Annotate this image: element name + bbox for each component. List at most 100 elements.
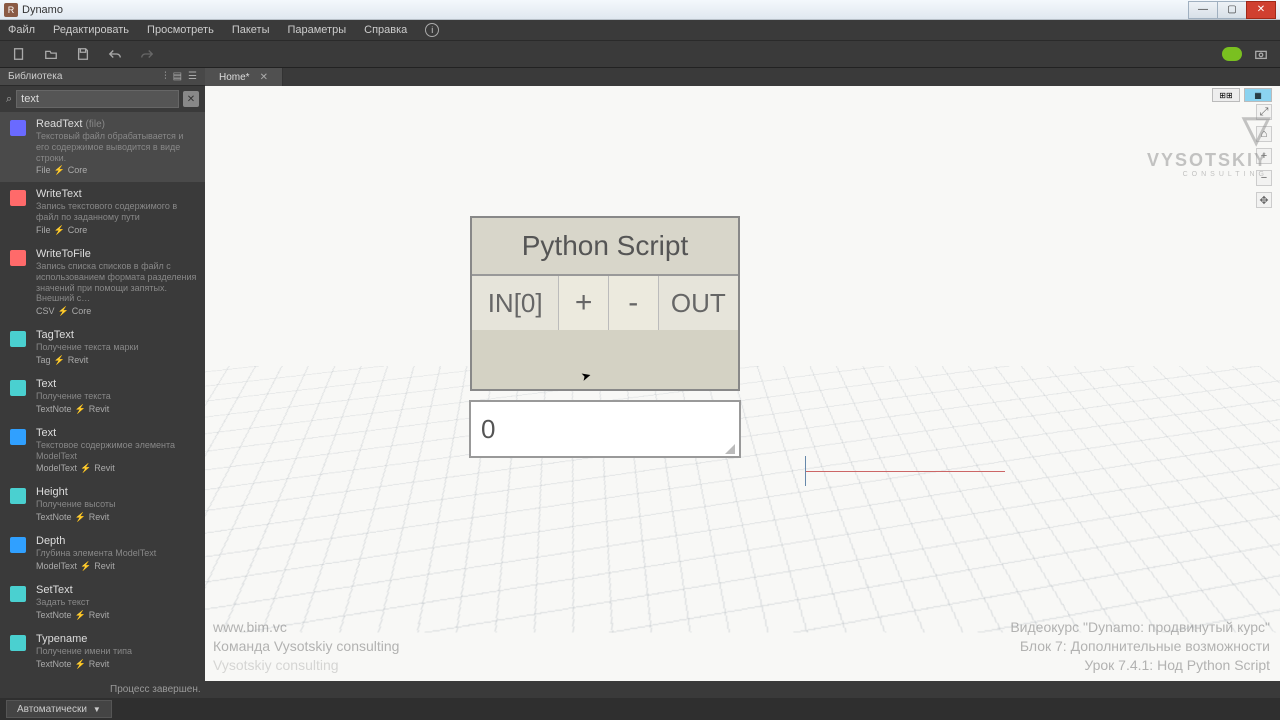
result-path: File⚡Core bbox=[36, 165, 197, 176]
maximize-button[interactable]: ▢ bbox=[1217, 1, 1247, 19]
node-type-icon bbox=[10, 429, 26, 445]
node-type-icon bbox=[10, 635, 26, 651]
undo-icon[interactable] bbox=[106, 45, 124, 63]
resize-handle-icon[interactable] bbox=[725, 444, 735, 454]
run-mode-button[interactable]: Автоматически ▼ bbox=[6, 700, 112, 718]
view-graph-button[interactable]: ⊞⊞ bbox=[1212, 88, 1240, 102]
result-title: ReadText (file) bbox=[36, 118, 197, 130]
result-path: TextNote⚡Revit bbox=[36, 659, 197, 670]
result-item[interactable]: Depth Глубина элемента ModelText ModelTex… bbox=[0, 529, 205, 578]
watermark-bottom-left: www.bim.vc Команда Vysotskiy consulting … bbox=[213, 618, 399, 675]
watermark-bottom-right: Видеокурс "Dynamo: продвинутый курс" Бло… bbox=[1010, 618, 1270, 675]
library-title: Библиотека bbox=[8, 71, 62, 82]
graph-canvas[interactable]: ⊞⊞ ▦ ⤢ ⌂ + − ✥ Python Script IN[0] + - O… bbox=[205, 86, 1280, 681]
result-title: Height bbox=[36, 486, 197, 498]
result-item[interactable]: Height Получение высоты TextNote⚡Revit bbox=[0, 480, 205, 529]
watch-value: 0 bbox=[481, 414, 495, 445]
result-item[interactable]: Text Получение текстаTextNote⚡Revit bbox=[0, 372, 205, 421]
result-title: WriteToFile bbox=[36, 248, 197, 260]
result-desc: Текстовое содержимое элемента ModelText bbox=[36, 440, 197, 462]
brand-watermark: ▽ VYSOTSKIY CONSULTING bbox=[1147, 108, 1268, 178]
result-desc: Глубина элемента ModelText bbox=[36, 548, 197, 559]
tab-close-icon[interactable]: ✕ bbox=[260, 72, 268, 83]
python-script-node[interactable]: Python Script IN[0] + - OUT bbox=[470, 216, 740, 391]
new-file-icon[interactable] bbox=[10, 45, 28, 63]
app-icon: R bbox=[4, 3, 18, 17]
result-title: SetText bbox=[36, 584, 197, 596]
node-type-icon bbox=[10, 250, 26, 266]
list-icon[interactable]: ☰ bbox=[188, 71, 197, 82]
cloud-icon[interactable] bbox=[1222, 47, 1242, 61]
result-item[interactable]: Text Текстовое содержимое элемента Model… bbox=[0, 421, 205, 481]
result-path: Tag⚡Revit bbox=[36, 355, 197, 366]
result-desc: Получение текста bbox=[36, 391, 197, 402]
result-path: TextNote⚡Revit bbox=[36, 610, 197, 621]
open-file-icon[interactable] bbox=[42, 45, 60, 63]
result-desc: Получение высоты bbox=[36, 499, 197, 510]
tab-home[interactable]: Home* ✕ bbox=[205, 68, 283, 86]
tab-label: Home* bbox=[219, 72, 250, 83]
grid-3d bbox=[205, 366, 1280, 633]
camera-icon[interactable] bbox=[1252, 45, 1270, 63]
status-bar: Процесс завершен. bbox=[0, 681, 1280, 698]
node-title: Python Script bbox=[472, 218, 738, 276]
result-item[interactable]: WriteToFile Запись списка списков в файл… bbox=[0, 242, 205, 323]
node-type-icon bbox=[10, 331, 26, 347]
result-title: WriteText bbox=[36, 188, 197, 200]
menu-params[interactable]: Параметры bbox=[287, 24, 346, 36]
tree-icon[interactable]: ▤ bbox=[173, 71, 182, 82]
axis-y bbox=[805, 456, 806, 486]
chevron-down-icon: ▼ bbox=[93, 705, 101, 714]
status-text: Процесс завершен. bbox=[110, 684, 201, 695]
result-item[interactable]: TagText Получение текста марки Tag⚡Revit bbox=[0, 323, 205, 372]
close-button[interactable]: ✕ bbox=[1246, 1, 1276, 19]
view-3d-button[interactable]: ▦ bbox=[1244, 88, 1272, 102]
node-remove-input-button[interactable]: - bbox=[609, 276, 659, 330]
search-input[interactable] bbox=[16, 90, 179, 108]
run-mode-label: Автоматически bbox=[17, 704, 87, 715]
window-title: Dynamo bbox=[22, 4, 63, 16]
clear-search-button[interactable]: ✕ bbox=[183, 91, 199, 107]
canvas-area: Home* ✕ ⊞⊞ ▦ ⤢ ⌂ + − ✥ Python Script bbox=[205, 68, 1280, 681]
redo-icon[interactable] bbox=[138, 45, 156, 63]
result-title: Text bbox=[36, 427, 197, 439]
result-desc: Запись списка списков в файл с использов… bbox=[36, 261, 197, 304]
search-icon: ⌕ bbox=[6, 93, 12, 106]
node-body bbox=[472, 330, 738, 390]
watch-node[interactable]: 0 bbox=[469, 400, 741, 458]
menu-packages[interactable]: Пакеты bbox=[232, 24, 270, 36]
result-title: TagText bbox=[36, 329, 197, 341]
menu-edit[interactable]: Редактировать bbox=[53, 24, 129, 36]
result-path: ModelText⚡Revit bbox=[36, 561, 197, 572]
window-titlebar: R Dynamo — ▢ ✕ bbox=[0, 0, 1280, 20]
axis-x bbox=[805, 471, 1005, 472]
result-path: TextNote⚡Revit bbox=[36, 404, 197, 415]
filter-icon[interactable]: ⫶ bbox=[164, 71, 167, 82]
result-item[interactable]: WriteText Запись текстового содержимого … bbox=[0, 182, 205, 242]
result-path: TextNote⚡Revit bbox=[36, 512, 197, 523]
node-type-icon bbox=[10, 190, 26, 206]
result-path: ModelText⚡Revit bbox=[36, 463, 197, 474]
result-desc: Получение текста марки bbox=[36, 342, 197, 353]
node-type-icon bbox=[10, 537, 26, 553]
result-path: CSV⚡Core bbox=[36, 306, 197, 317]
result-item[interactable]: Position Положение элемента ModelTextMod… bbox=[0, 676, 205, 681]
result-title: Depth bbox=[36, 535, 197, 547]
result-item[interactable]: SetText Задать текст TextNote⚡Revit bbox=[0, 578, 205, 627]
result-item[interactable]: ReadText (file)Текстовый файл обрабатыва… bbox=[0, 112, 205, 182]
node-output-port[interactable]: OUT bbox=[659, 276, 738, 330]
result-desc: Задать текст bbox=[36, 597, 197, 608]
info-icon[interactable]: i bbox=[425, 23, 439, 37]
node-input-port[interactable]: IN[0] bbox=[472, 276, 559, 330]
result-item[interactable]: Typename Получение имени типаTextNote⚡Re… bbox=[0, 627, 205, 676]
save-icon[interactable] bbox=[74, 45, 92, 63]
search-row: ⌕ ✕ bbox=[0, 86, 205, 112]
menu-view[interactable]: Просмотреть bbox=[147, 24, 214, 36]
node-add-input-button[interactable]: + bbox=[559, 276, 609, 330]
menu-help[interactable]: Справка bbox=[364, 24, 407, 36]
minimize-button[interactable]: — bbox=[1188, 1, 1218, 19]
menu-file[interactable]: Файл bbox=[8, 24, 35, 36]
pan-icon[interactable]: ✥ bbox=[1256, 192, 1272, 208]
run-bar: Автоматически ▼ bbox=[0, 698, 1280, 720]
result-desc: Получение имени типа bbox=[36, 646, 197, 657]
